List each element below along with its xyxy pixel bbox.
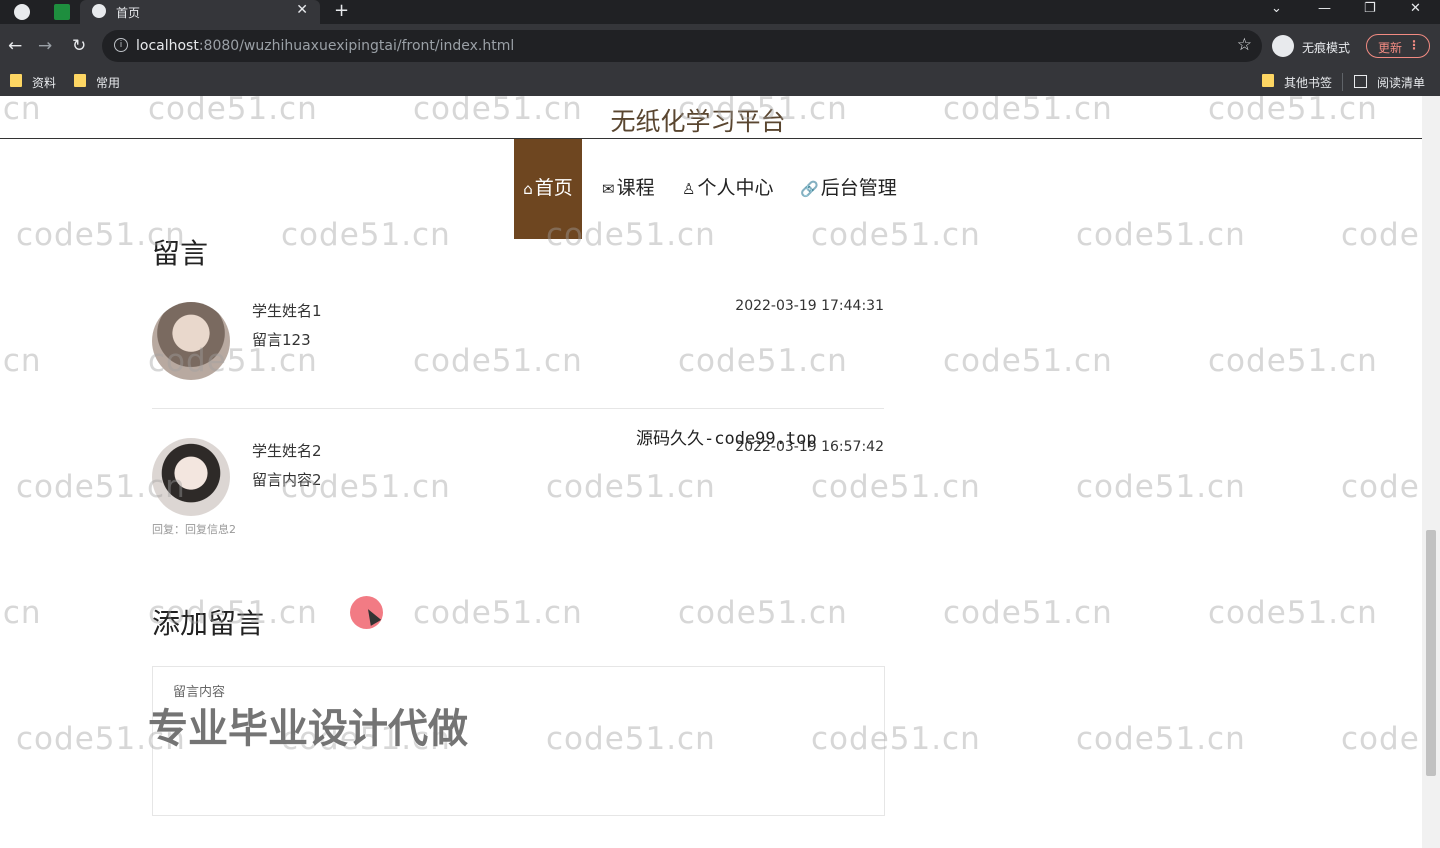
update-label: 更新 xyxy=(1378,41,1403,55)
message-author: 学生姓名1 xyxy=(252,302,322,320)
watermark: code51.cn xyxy=(1208,343,1378,379)
back-button[interactable]: ← xyxy=(8,36,22,56)
message-reply: 回复：回复信息2 xyxy=(152,523,236,536)
minimize-button[interactable]: — xyxy=(1318,1,1331,16)
address-bar[interactable]: i localhost:8080/wuzhihuaxuexipingtai/fr… xyxy=(102,30,1262,62)
watermark: .cn xyxy=(0,343,42,379)
watermark: code51.cn xyxy=(1341,217,1422,253)
sheets-tab-icon[interactable] xyxy=(54,4,70,20)
nav-label: 个人中心 xyxy=(697,177,774,199)
nav-label: 首页 xyxy=(534,177,573,199)
window-close-button[interactable]: ✕ xyxy=(1410,1,1421,16)
other-bookmarks[interactable]: 其他书签 xyxy=(1284,74,1332,91)
watermark: code51.cn xyxy=(1208,595,1378,631)
bookmarks-bar: 资料 常用 其他书签 阅读清单 xyxy=(0,68,1440,96)
browser-tab-bar: 首页 ✕ + ⌄ — ❐ ✕ xyxy=(0,0,1440,24)
browser-toolbar: ← → ↻ i localhost:8080/wuzhihuaxuexiping… xyxy=(0,24,1440,68)
bookmark-star-icon[interactable]: ☆ xyxy=(1237,35,1252,55)
new-tab-button[interactable]: + xyxy=(334,0,349,21)
home-icon: ⌂ xyxy=(523,180,533,198)
tab-home[interactable]: 首页 ✕ xyxy=(80,0,320,24)
tab-title: 首页 xyxy=(116,6,141,20)
nav-home[interactable]: ⌂ 首页 xyxy=(514,139,582,239)
messages-title: 留言 xyxy=(152,237,209,270)
message-content: 留言内容2 xyxy=(252,471,322,489)
tab-search-icon[interactable]: ⌄ xyxy=(1271,1,1282,16)
watermark: code51.cn xyxy=(1341,469,1422,505)
user-icon: ♙ xyxy=(682,180,696,198)
incognito-icon[interactable] xyxy=(1272,35,1294,57)
incognito-label: 无痕模式 xyxy=(1302,41,1351,55)
site-info-icon[interactable]: i xyxy=(114,38,128,52)
message-time: 2022-03-19 17:44:31 xyxy=(735,298,884,314)
reload-button[interactable]: ↻ xyxy=(72,36,86,56)
bookmark-separator xyxy=(1342,73,1343,91)
globe-icon xyxy=(92,4,106,18)
avatar xyxy=(152,438,230,516)
watermark: .cn xyxy=(0,595,42,631)
watermark: code51.cn xyxy=(281,217,451,253)
watermark: code51.cn xyxy=(1076,469,1246,505)
folder-icon xyxy=(74,74,86,87)
source-overlay-text: 源码久久-code99.top xyxy=(636,429,817,449)
nav-label: 后台管理 xyxy=(820,177,897,199)
message-content: 留言123 xyxy=(252,331,311,349)
avatar xyxy=(152,302,230,380)
list-item: 学生姓名2 留言内容2 2022-03-19 16:57:42 回复：回复信息2 xyxy=(152,434,884,544)
folder-icon xyxy=(1262,74,1274,87)
reading-list[interactable]: 阅读清单 xyxy=(1377,74,1425,91)
watermark: code51.cn xyxy=(943,595,1113,631)
watermark: code51.cn xyxy=(1076,721,1246,757)
nav-profile[interactable]: ♙ 个人中心 xyxy=(682,139,773,239)
site-title: 无纸化学习平台 xyxy=(610,108,786,136)
list-item: 学生姓名1 留言123 2022-03-19 17:44:31 xyxy=(152,296,884,409)
nav-admin[interactable]: 🔗 后台管理 xyxy=(800,139,897,239)
bookmark-item[interactable]: 资料 xyxy=(32,74,56,91)
watermark: code51.cn xyxy=(1341,721,1422,757)
nav-courses[interactable]: ✉ 课程 xyxy=(602,139,655,239)
link-icon: 🔗 xyxy=(800,180,819,198)
watermark: code51.cn xyxy=(1076,217,1246,253)
restore-button[interactable]: ❐ xyxy=(1364,1,1376,16)
watermark: code51.cn xyxy=(943,343,1113,379)
update-button[interactable]: 更新 ⋮ xyxy=(1366,34,1430,58)
message-author: 学生姓名2 xyxy=(252,442,322,460)
message-divider xyxy=(152,408,884,409)
menu-dots-icon: ⋮ xyxy=(1408,38,1420,52)
nav-label: 课程 xyxy=(616,177,655,199)
promo-overlay-text: 专业毕业设计代做 xyxy=(148,706,468,752)
watermark: code51.cn xyxy=(413,595,583,631)
bookmark-item[interactable]: 常用 xyxy=(96,74,120,91)
scrollbar-thumb[interactable] xyxy=(1426,530,1436,776)
url-text[interactable]: localhost:8080/wuzhihuaxuexipingtai/fron… xyxy=(136,38,514,54)
browser-profile-icon[interactable] xyxy=(14,4,30,20)
forward-button[interactable]: → xyxy=(38,36,52,56)
folder-icon xyxy=(10,74,22,87)
add-message-title: 添加留言 xyxy=(152,607,265,640)
page-content: 无纸化学习平台 ⌂ 首页 ✉ 课程 ♙ 个人中心 🔗 后台管理 留言 学生姓名1 留言1… xyxy=(0,96,1422,848)
tab-close-icon[interactable]: ✕ xyxy=(296,2,308,18)
reading-list-icon xyxy=(1354,75,1367,88)
page-scrollbar[interactable] xyxy=(1422,96,1440,848)
mail-icon: ✉ xyxy=(602,180,615,198)
watermark: code51.cn xyxy=(678,595,848,631)
